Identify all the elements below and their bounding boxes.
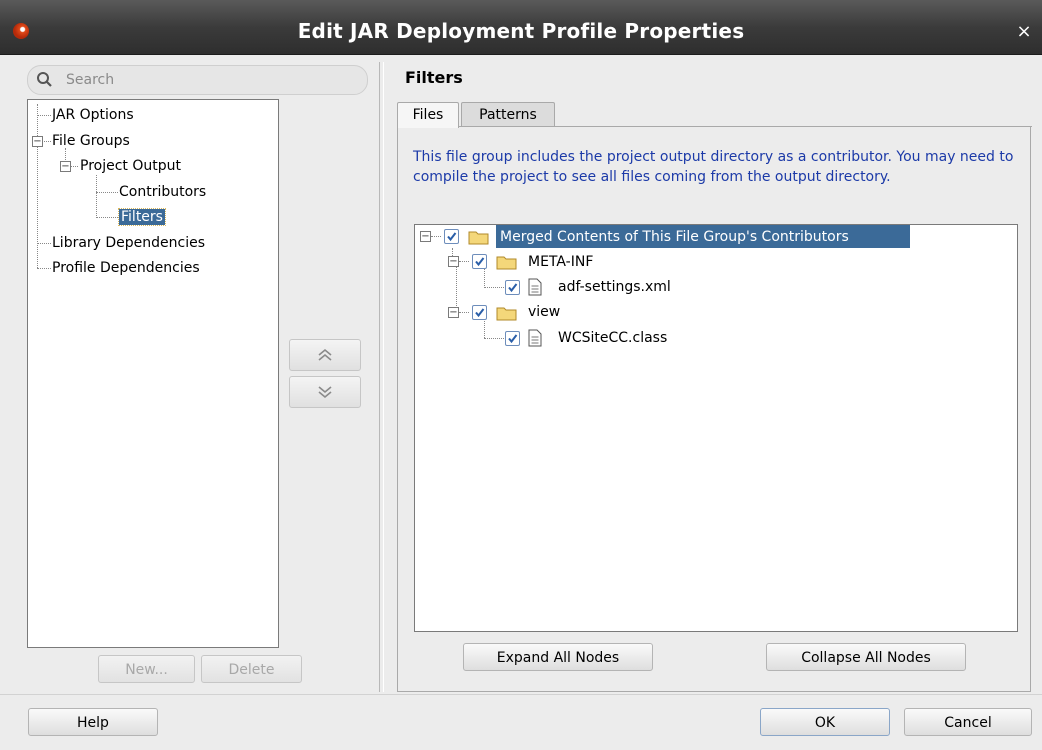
- expand-all-nodes-label: Expand All Nodes: [496, 650, 620, 666]
- tree-node-label: WCSiteCC.class: [558, 330, 668, 346]
- tree-connector: [37, 243, 51, 244]
- tree-node-adf-settings[interactable]: adf-settings.xml: [558, 276, 671, 298]
- file-icon: [528, 329, 542, 347]
- delete-button[interactable]: Delete: [201, 655, 302, 683]
- help-button[interactable]: Help: [28, 708, 158, 736]
- wcsitecc-checkbox[interactable]: [505, 331, 520, 346]
- tree-item-contributors[interactable]: Contributors: [119, 181, 206, 203]
- tree-item-label: Library Dependencies: [52, 235, 206, 251]
- folder-icon: [468, 231, 489, 245]
- tree-item-jar-options[interactable]: JAR Options: [52, 104, 134, 126]
- tree-node-label: META-INF: [528, 254, 594, 270]
- tree-item-label: File Groups: [52, 133, 130, 149]
- tree-connector: [96, 175, 97, 218]
- panel-splitter[interactable]: [379, 62, 384, 692]
- tab-patterns-label: Patterns: [479, 107, 537, 123]
- tree-node-root[interactable]: Merged Contents of This File Group's Con…: [500, 226, 849, 248]
- tree-item-file-groups[interactable]: File Groups: [52, 130, 130, 152]
- tree-item-profile-dependencies[interactable]: Profile Dependencies: [52, 257, 200, 279]
- title-bar: Edit JAR Deployment Profile Properties ×: [0, 0, 1042, 55]
- cancel-button[interactable]: Cancel: [904, 708, 1032, 736]
- navigation-tree[interactable]: − − JAR Options File Groups Project Outp…: [27, 99, 279, 648]
- tree-connector: [37, 268, 51, 269]
- tree-item-label: Profile Dependencies: [52, 260, 200, 276]
- tree-connector: [37, 115, 51, 116]
- info-message: This file group includes the project out…: [413, 149, 1014, 185]
- meta-inf-checkbox[interactable]: [472, 254, 487, 269]
- file-icon: [528, 278, 542, 296]
- tree-node-meta-inf[interactable]: META-INF: [528, 251, 593, 273]
- search-input[interactable]: [66, 70, 356, 90]
- tree-connector: [431, 236, 441, 237]
- dialog-window: Edit JAR Deployment Profile Properties ×…: [0, 0, 1042, 750]
- tree-node-wcsitecc[interactable]: WCSiteCC.class: [558, 327, 667, 349]
- root-checkbox[interactable]: [444, 229, 459, 244]
- tree-node-view[interactable]: view: [528, 301, 560, 323]
- search-icon: [37, 72, 52, 87]
- move-up-button[interactable]: [289, 339, 361, 371]
- tree-connector: [96, 217, 118, 218]
- tab-files-label: Files: [412, 107, 444, 123]
- double-chevron-up-icon: [318, 348, 332, 361]
- help-button-label: Help: [77, 715, 109, 731]
- delete-button-label: Delete: [228, 662, 275, 678]
- cancel-button-label: Cancel: [944, 715, 992, 731]
- tree-connector: [459, 261, 469, 262]
- close-button[interactable]: ×: [1012, 21, 1036, 43]
- expand-all-nodes-button[interactable]: Expand All Nodes: [463, 643, 653, 671]
- tree-item-label: Filters: [118, 208, 166, 226]
- tree-item-library-dependencies[interactable]: Library Dependencies: [52, 232, 205, 254]
- collapse-toggle[interactable]: −: [32, 136, 43, 147]
- collapse-all-nodes-button[interactable]: Collapse All Nodes: [766, 643, 966, 671]
- footer-divider: [0, 694, 1042, 695]
- folder-icon: [496, 307, 517, 321]
- tree-node-label: adf-settings.xml: [558, 279, 671, 295]
- collapse-all-nodes-label: Collapse All Nodes: [801, 650, 931, 666]
- tree-item-project-output[interactable]: Project Output: [80, 155, 181, 177]
- tree-connector: [484, 319, 485, 338]
- ok-button-label: OK: [814, 715, 836, 731]
- collapse-toggle[interactable]: −: [448, 307, 459, 318]
- collapse-toggle[interactable]: −: [60, 161, 71, 172]
- tree-connector: [484, 287, 504, 288]
- tab-files[interactable]: Files: [397, 102, 459, 128]
- collapse-toggle[interactable]: −: [420, 231, 431, 242]
- tree-node-label: view: [528, 304, 561, 320]
- tree-connector: [96, 192, 118, 193]
- new-button-label: New...: [125, 662, 168, 678]
- tree-connector: [452, 248, 453, 256]
- double-chevron-down-icon: [318, 386, 332, 399]
- tree-node-label: Merged Contents of This File Group's Con…: [500, 229, 849, 245]
- tree-connector: [42, 141, 51, 142]
- dialog-title: Edit JAR Deployment Profile Properties: [297, 19, 745, 43]
- search-box: [27, 65, 368, 95]
- tree-connector: [70, 166, 78, 167]
- tab-patterns[interactable]: Patterns: [461, 102, 555, 126]
- tree-item-filters[interactable]: Filters: [118, 206, 166, 228]
- collapse-toggle[interactable]: −: [448, 256, 459, 267]
- move-down-button[interactable]: [289, 376, 361, 408]
- new-button[interactable]: New...: [98, 655, 195, 683]
- ok-button[interactable]: OK: [760, 708, 890, 736]
- tree-connector: [484, 268, 485, 288]
- tree-connector: [484, 338, 504, 339]
- panel-title: Filters: [405, 68, 463, 87]
- tree-connector: [459, 312, 469, 313]
- tree-item-label: JAR Options: [52, 107, 134, 123]
- folder-icon: [496, 256, 517, 270]
- view-checkbox[interactable]: [472, 305, 487, 320]
- tree-item-label: Contributors: [119, 184, 207, 200]
- tree-item-label: Project Output: [80, 158, 181, 174]
- adf-settings-checkbox[interactable]: [505, 280, 520, 295]
